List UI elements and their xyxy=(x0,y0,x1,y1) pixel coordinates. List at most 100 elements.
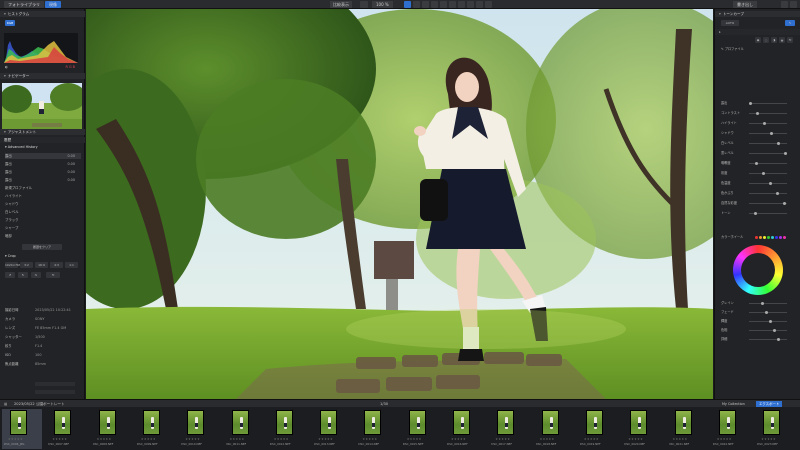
color-slider[interactable]: 詳細 xyxy=(721,337,795,342)
history-item[interactable]: 露出 0.00 xyxy=(5,161,81,167)
film-thumbnail[interactable]: ★★★★★ DSC_0016.NEF xyxy=(445,409,485,449)
film-thumbnail[interactable]: ★★★★★ DSC_0014.NEF xyxy=(356,409,396,449)
slider-knob[interactable] xyxy=(783,202,786,205)
slider-knob[interactable] xyxy=(762,172,765,175)
profile-row[interactable]: ✎ プロファイル xyxy=(721,47,795,52)
rating-stars[interactable]: ★★★★★ xyxy=(97,437,121,441)
color-wheel-row[interactable]: カラーホイール xyxy=(721,235,795,240)
color-slider[interactable]: フェード xyxy=(721,310,795,315)
presets-header[interactable]: ▸ xyxy=(715,29,800,35)
adjust-slider[interactable]: 白レベル xyxy=(721,141,795,146)
rating-stars[interactable]: ★★★★★ xyxy=(362,437,386,441)
slider-knob[interactable] xyxy=(776,192,779,195)
single-view-icon[interactable] xyxy=(404,1,411,8)
color-swatches[interactable] xyxy=(755,236,786,241)
adjust-slider[interactable]: 明瞭度 xyxy=(721,161,795,166)
rating-stars[interactable]: ★★★★★ xyxy=(451,437,475,441)
slider-knob[interactable] xyxy=(749,102,752,105)
color-slider[interactable]: グレイン xyxy=(721,301,795,306)
clear-history-button[interactable]: 履歴をクリア xyxy=(22,244,62,250)
settings-icon[interactable] xyxy=(781,1,788,8)
curve-rgb-icon[interactable]: ◑ xyxy=(771,37,777,43)
brush-tool-icon[interactable] xyxy=(422,1,429,8)
slider-knob[interactable] xyxy=(765,311,768,314)
slider-knob[interactable] xyxy=(777,338,780,341)
adjust-header[interactable]: ▾ アジャストメント xyxy=(0,129,85,135)
rating-stars[interactable]: ★★★★★ xyxy=(8,437,32,441)
crop-ratio-button[interactable]: 3:2 xyxy=(20,262,33,268)
slider-knob[interactable] xyxy=(784,152,787,155)
redo-icon[interactable] xyxy=(485,1,492,8)
color-slider[interactable]: 輝度 xyxy=(721,319,795,324)
adjust-slider[interactable]: コントラスト xyxy=(721,111,795,116)
slider-knob[interactable] xyxy=(754,212,757,215)
adjust-slider[interactable]: 露出 xyxy=(721,101,795,106)
rating-stars[interactable]: ★★★★★ xyxy=(318,437,342,441)
history-item[interactable]: シャドウ xyxy=(5,201,81,207)
film-thumbnail[interactable]: ★★★★★ DSC_0013.NEF xyxy=(312,409,352,449)
photo-canvas[interactable] xyxy=(86,9,713,399)
rating-stars[interactable]: ★★★★★ xyxy=(274,437,298,441)
heal-tool-icon[interactable] xyxy=(431,1,438,8)
history-item[interactable]: 露出 0.00 xyxy=(5,177,81,183)
film-thumbnail[interactable]: ★★★★★ DSC_0020.NEF xyxy=(622,409,662,449)
film-thumbnail[interactable]: ★★★★★ DSC_0006_JPG xyxy=(2,409,42,449)
crop-ratio-button[interactable]: 16:9 xyxy=(35,262,48,268)
rating-stars[interactable]: ★★★★★ xyxy=(628,437,652,441)
clip-shadow-icon[interactable]: ◐ xyxy=(5,65,8,69)
slider-knob[interactable] xyxy=(773,329,776,332)
film-thumbnail[interactable]: ★★★★★ DSC_0019.NEF xyxy=(578,409,618,449)
tab-develop[interactable]: 現像 xyxy=(45,1,61,8)
slider-knob[interactable] xyxy=(755,162,758,165)
auto-button[interactable]: AUTO xyxy=(721,20,739,26)
history-item[interactable]: 白レベル xyxy=(5,209,81,215)
rating-stars[interactable]: ★★★★★ xyxy=(761,437,785,441)
compare-mode-button[interactable]: 比較表示 xyxy=(330,1,352,8)
rating-stars[interactable]: ★★★★★ xyxy=(141,437,165,441)
crop-header[interactable]: ▾ Crop xyxy=(5,253,81,259)
color-slider[interactable]: 色相 xyxy=(721,328,795,333)
adjust-slider[interactable]: 黒レベル xyxy=(721,151,795,156)
crop-rotate-right-icon[interactable]: ↻ xyxy=(18,272,28,278)
adjust-slider[interactable]: 色温度 xyxy=(721,181,795,186)
zoom-level[interactable]: 100 % xyxy=(372,1,393,8)
close-icon[interactable] xyxy=(790,1,797,8)
slider-knob[interactable] xyxy=(769,182,772,185)
history-item[interactable]: 暗部 xyxy=(5,233,81,239)
slider-knob[interactable] xyxy=(769,320,772,323)
slider-knob[interactable] xyxy=(763,122,766,125)
history-item[interactable]: 新規プロファイル xyxy=(5,185,81,191)
history-header[interactable]: 履歴 xyxy=(0,137,85,143)
pen-tool-icon[interactable]: ✎ xyxy=(785,20,795,26)
adjust-slider[interactable]: シャドウ xyxy=(721,131,795,136)
history-group[interactable]: ▾ Advanced History xyxy=(5,144,81,150)
crop-ratio-button[interactable]: 4:3 xyxy=(50,262,63,268)
rating-stars[interactable]: ★★★★★ xyxy=(407,437,431,441)
adjust-slider[interactable]: トーン xyxy=(721,211,795,216)
rating-stars[interactable]: ★★★★★ xyxy=(230,437,254,441)
rating-stars[interactable]: ★★★★★ xyxy=(495,437,519,441)
navigator-header[interactable]: ▾ ナビゲーター xyxy=(0,73,85,79)
rating-stars[interactable]: ★★★★★ xyxy=(717,437,741,441)
history-item[interactable]: シャープ xyxy=(5,225,81,231)
adjust-slider[interactable]: 自然な彩度 xyxy=(721,201,795,206)
history-item[interactable]: ハイライト xyxy=(5,193,81,199)
rating-stars[interactable]: ★★★★★ xyxy=(185,437,209,441)
film-thumbnail[interactable]: ★★★★★ DSC_0009.NEF xyxy=(135,409,175,449)
adjust-slider[interactable]: 彩度 xyxy=(721,171,795,176)
film-thumbnail[interactable]: ★★★★★ DSC_0017.NEF xyxy=(489,409,529,449)
histogram-header[interactable]: ▾ ヒストグラム xyxy=(0,11,85,17)
gradient-tool-icon[interactable] xyxy=(449,1,456,8)
history-item[interactable]: ブラック xyxy=(5,217,81,223)
export-button[interactable]: 書き出し xyxy=(733,1,757,8)
history-item[interactable]: 露出 0.00 xyxy=(5,169,81,175)
tab-library[interactable]: フォトライブラリ xyxy=(4,1,44,8)
film-thumbnail[interactable]: ★★★★★ DSC_0023.NEF xyxy=(755,409,795,449)
rating-stars[interactable]: ★★★★★ xyxy=(540,437,564,441)
crop-ratio-button[interactable]: 1024×768 xyxy=(5,262,21,268)
film-thumbnail[interactable]: ★★★★★ DSC_0015.NEF xyxy=(401,409,441,449)
adjust-slider[interactable]: 色かぶり xyxy=(721,191,795,196)
history-item[interactable]: 露出 0.00 xyxy=(5,153,81,159)
curve-reset-icon[interactable]: ⟲ xyxy=(787,37,793,43)
right-panel-header[interactable]: ▾ トーンカーブ xyxy=(715,11,800,17)
